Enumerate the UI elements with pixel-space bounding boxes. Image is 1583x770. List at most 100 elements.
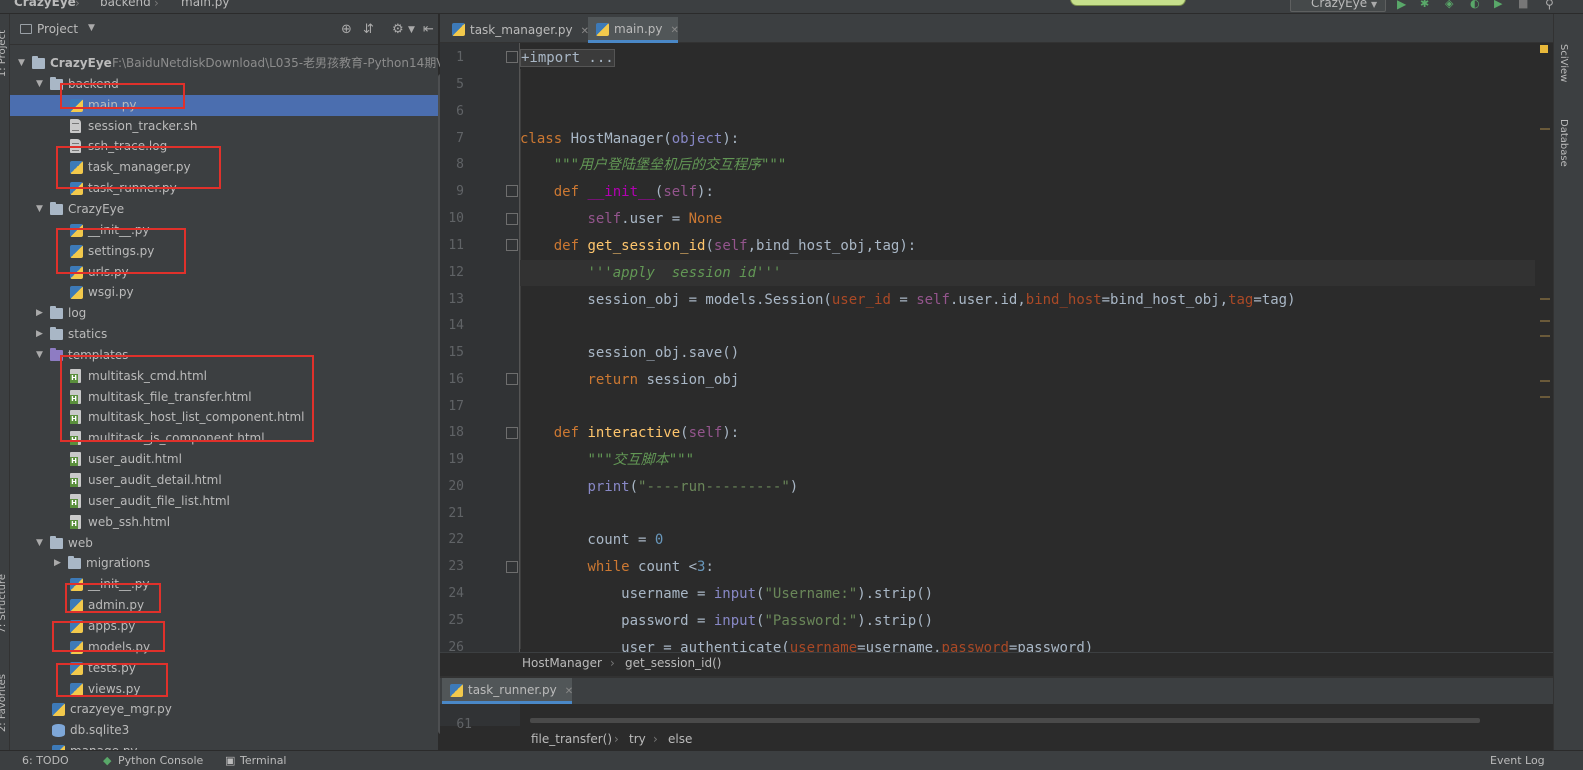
tree-item[interactable]: ▼ backend [10, 74, 439, 95]
tree-item[interactable]: models.py [10, 637, 439, 658]
breadcrumb-project[interactable]: CrazyEye [14, 0, 76, 9]
fold-marker-icon[interactable] [506, 373, 518, 385]
close-icon[interactable]: ✕ [565, 686, 573, 697]
hide-panel-icon[interactable]: ⇤ [423, 22, 434, 37]
tree-item[interactable]: multitask_file_transfer.html [10, 387, 439, 408]
tree-item[interactable]: urls.py [10, 262, 439, 283]
expand-arrow-icon[interactable]: ▼ [36, 74, 43, 95]
tree-item[interactable]: web_ssh.html [10, 512, 439, 533]
tab-task-manager[interactable]: task_manager.py ✕ [444, 17, 589, 43]
fold-marker-icon[interactable] [506, 561, 518, 573]
todo-tool-button[interactable]: 6: TODO [22, 754, 69, 767]
stripe-mark[interactable] [1540, 380, 1550, 382]
run-coverage-icon[interactable]: ◈ [1445, 0, 1457, 10]
breadcrumb-try[interactable]: try [629, 732, 646, 746]
breadcrumb-else[interactable]: else [668, 732, 692, 746]
tree-item[interactable]: user_audit.html [10, 449, 439, 470]
tree-item[interactable]: task_manager.py [10, 157, 439, 178]
breadcrumb-function[interactable]: file_transfer() [531, 732, 612, 746]
tree-item[interactable]: ▼ CrazyEye [10, 199, 439, 220]
fold-marker-icon[interactable] [506, 51, 518, 63]
tab-main[interactable]: main.py ✕ [588, 17, 679, 43]
fold-marker-icon[interactable] [506, 185, 518, 197]
tree-item[interactable]: ▼ CrazyEye F:\BaiduNetdiskDownload\L035-老男… [10, 53, 455, 74]
html-file-icon [70, 410, 81, 425]
tree-item[interactable]: settings.py [10, 241, 439, 262]
breadcrumb-class[interactable]: HostManager [522, 656, 602, 670]
search-icon[interactable]: ⚲ [1545, 0, 1557, 11]
tree-item[interactable]: ▼ web [10, 533, 439, 554]
concurrency-icon[interactable]: ▶ [1494, 0, 1506, 10]
tree-item[interactable]: views.py [10, 679, 439, 700]
chevron-down-icon[interactable]: ▼ [88, 23, 95, 33]
stripe-mark[interactable] [1540, 298, 1550, 300]
fold-marker-icon[interactable] [506, 239, 518, 251]
database-file-icon [52, 724, 65, 738]
expand-arrow-icon[interactable]: ▼ [36, 345, 43, 366]
fold-marker-icon[interactable] [506, 213, 518, 225]
tool-window-project[interactable]: 1: Project [0, 30, 8, 77]
stop-icon[interactable]: ■ [1518, 0, 1530, 10]
close-icon[interactable]: ✕ [671, 25, 679, 36]
search-everywhere-widget[interactable] [1070, 0, 1186, 6]
python-console-button[interactable]: Python Console [118, 754, 203, 767]
tool-window-sciview[interactable]: SciView [1558, 44, 1569, 82]
gear-icon[interactable]: ⚙ [392, 22, 404, 37]
stripe-mark[interactable] [1540, 396, 1550, 398]
tree-item[interactable]: crazyeye_mgr.py [10, 699, 439, 720]
python-file-icon [70, 265, 83, 279]
collapse-arrow-icon[interactable]: ▶ [36, 324, 43, 345]
code-line: def interactive(self): [553, 425, 740, 441]
event-log-button[interactable]: Event Log [1490, 754, 1545, 767]
tree-item[interactable]: task_runner.py [10, 178, 439, 199]
tree-item[interactable]: ▶ migrations [10, 553, 439, 574]
tree-item[interactable]: wsgi.py [10, 282, 439, 303]
locate-file-icon[interactable]: ⊕ [341, 22, 352, 37]
tree-item[interactable]: ▼ templates [10, 345, 439, 366]
tree-item[interactable]: __init__.py [10, 574, 439, 595]
run-icon[interactable]: ▶ [1397, 0, 1409, 11]
tree-item[interactable]: db.sqlite3 [10, 720, 439, 741]
stripe-mark[interactable] [1540, 335, 1550, 337]
tree-item[interactable]: admin.py [10, 595, 439, 616]
tree-item[interactable]: session_tracker.sh [10, 116, 439, 137]
lower-code-area[interactable] [520, 704, 1535, 726]
project-panel-title[interactable]: Project [37, 22, 78, 36]
fold-marker-icon[interactable] [506, 427, 518, 439]
lower-horizontal-scrollbar[interactable] [530, 718, 1480, 723]
tree-item[interactable]: ssh_trace.log [10, 136, 439, 157]
tree-item[interactable]: apps.py [10, 616, 439, 637]
expand-arrow-icon[interactable]: ▼ [36, 199, 43, 220]
terminal-button[interactable]: Terminal [240, 754, 287, 767]
tree-item[interactable]: multitask_cmd.html [10, 366, 439, 387]
expand-arrow-icon[interactable]: ▼ [36, 533, 43, 554]
tree-item[interactable]: user_audit_file_list.html [10, 491, 439, 512]
code-area[interactable]: +import ... class HostManager(object): "… [520, 43, 1535, 653]
tool-window-favorites[interactable]: 2: Favorites [0, 674, 8, 732]
breadcrumb-file[interactable]: main.py [181, 0, 230, 9]
tree-item[interactable]: ▶ log [10, 303, 439, 324]
tree-item[interactable]: multitask_host_list_component.html [10, 407, 439, 428]
breadcrumb-method[interactable]: get_session_id() [625, 656, 721, 670]
profile-icon[interactable]: ◐ [1470, 0, 1482, 10]
tree-item[interactable]: user_audit_detail.html [10, 470, 439, 491]
collapse-arrow-icon[interactable]: ▶ [54, 553, 61, 574]
tree-item[interactable]: __init__.py [10, 220, 439, 241]
breadcrumb-folder[interactable]: backend [100, 0, 151, 9]
collapse-all-icon[interactable]: ⇵ [363, 22, 374, 37]
stripe-mark[interactable] [1540, 128, 1550, 130]
tree-item[interactable]: multitask_js_component.html [10, 428, 439, 449]
run-configuration-select[interactable]: CrazyEye ▼ [1290, 0, 1386, 12]
tool-window-database[interactable]: Database [1558, 119, 1569, 167]
stripe-mark[interactable] [1540, 320, 1550, 322]
expand-arrow-icon[interactable]: ▼ [18, 53, 25, 74]
tree-item[interactable]: main.py [10, 94, 439, 116]
collapse-arrow-icon[interactable]: ▶ [36, 303, 43, 324]
warning-indicator[interactable] [1540, 45, 1548, 53]
chevron-down-icon[interactable]: ▼ [408, 25, 415, 35]
tool-window-structure[interactable]: 7: Structure [0, 574, 8, 633]
tree-item[interactable]: ▶ statics [10, 324, 439, 345]
tab-task-runner[interactable]: task_runner.py ✕ [442, 678, 573, 704]
tree-item[interactable]: tests.py [10, 658, 439, 679]
debug-icon[interactable]: ✱ [1420, 0, 1432, 10]
